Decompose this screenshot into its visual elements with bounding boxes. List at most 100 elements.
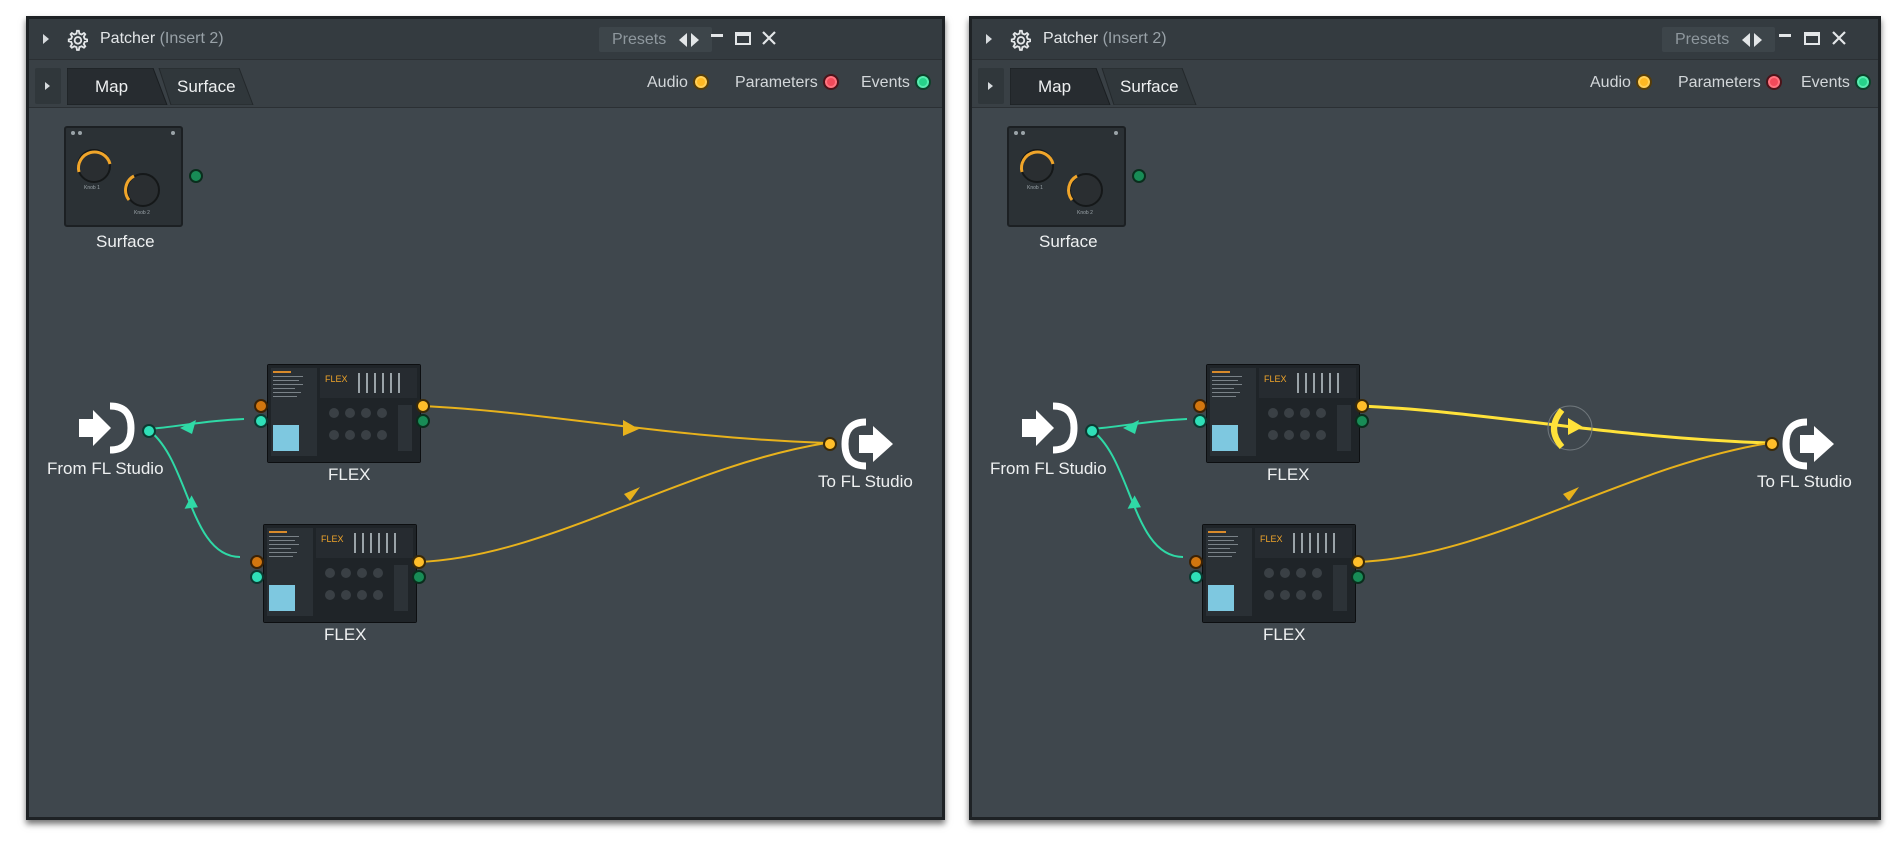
gear-icon[interactable] [66,29,88,51]
surface-label: Surface [1039,232,1098,251]
input-label: From FL Studio [990,459,1107,478]
toggle-events[interactable]: Events [1801,73,1871,92]
gear-icon[interactable] [1009,29,1031,51]
window-menu-arrow-icon[interactable] [986,34,992,44]
flex-top-audio-out-port[interactable] [416,399,430,413]
output-label: To FL Studio [1757,472,1852,491]
flex-plugin-bottom[interactable]: FLEX [1202,524,1356,623]
toggle-parameters[interactable]: Parameters [735,73,839,92]
events-indicator-icon [914,73,931,90]
wire-arrow-icon [623,420,639,436]
input-plug-icon[interactable] [79,402,135,454]
surface-node[interactable]: Knob 1 Knob 2 [1007,126,1126,227]
window-title: Patcher (Insert 2) [100,30,224,48]
input-event-port[interactable] [142,424,156,438]
chevron-left-icon[interactable] [679,33,687,47]
chevron-right-icon[interactable] [691,33,699,47]
flex-bottom-event-out-port[interactable] [412,570,426,584]
title-bar[interactable]: Patcher (Insert 2) Presets [972,19,1878,59]
audio-indicator-icon [692,73,709,90]
surface-event-port[interactable] [189,169,203,183]
toggle-audio[interactable]: Audio [1590,73,1652,92]
input-event-port[interactable] [1085,424,1099,438]
close-icon[interactable] [759,28,779,48]
svg-text:FLEX: FLEX [325,374,348,384]
maximize-icon[interactable] [1802,28,1822,48]
tab-map[interactable]: Map [1038,77,1071,97]
window-title: Patcher (Insert 2) [1043,30,1167,48]
output-plug-icon[interactable] [841,418,897,470]
wire-input-to-flex-bottom [1089,428,1184,558]
input-label: From FL Studio [47,459,164,478]
surface-node[interactable]: Knob 1 Knob 2 [64,126,183,227]
flex-plugin-bottom[interactable]: FLEX [263,524,417,623]
presets-box[interactable]: Presets [599,27,712,52]
output-audio-port[interactable] [1765,437,1779,451]
flex-bottom-audio-in-port[interactable] [250,555,264,569]
flex-top-audio-out-port[interactable] [1355,399,1369,413]
window-title-main: Patcher [1043,30,1099,47]
toggle-parameters-label: Parameters [735,74,818,91]
parameters-indicator-icon [1765,73,1782,90]
flex-top-event-out-port[interactable] [1355,414,1369,428]
surface-event-port[interactable] [1132,169,1146,183]
patch-map-canvas[interactable]: Knob 1 Knob 2 Surface From FL Studio FLE… [972,107,1878,817]
svg-text:FLEX: FLEX [1260,534,1283,544]
play-arrow-icon [988,82,993,90]
wire-arrow-icon [180,420,196,434]
flex-bottom-event-out-port[interactable] [1351,570,1365,584]
flex-top-label: FLEX [328,465,371,484]
flex-bottom-label: FLEX [324,625,367,644]
presets-label: Presets [1675,31,1730,48]
flex-plugin-top[interactable]: FLEX [267,364,421,463]
title-bar[interactable]: Patcher (Insert 2) Presets [29,19,942,59]
flex-top-event-out-port[interactable] [416,414,430,428]
flex-bottom-audio-out-port[interactable] [412,555,426,569]
events-indicator-icon [1854,73,1871,90]
tab-surface[interactable]: Surface [177,77,236,97]
tab-map[interactable]: Map [95,77,128,97]
toolbar-menu-button[interactable] [978,68,1004,104]
flex-bottom-audio-in-port[interactable] [1189,555,1203,569]
surface-label: Surface [96,232,155,251]
output-label: To FL Studio [818,472,913,491]
minimize-icon[interactable] [1775,28,1795,48]
flex-top-audio-in-port[interactable] [1193,399,1207,413]
patcher-window-highlighted: Patcher (Insert 2) Presets Map Surface A… [969,16,1881,820]
flex-bottom-audio-out-port[interactable] [1351,555,1365,569]
output-plug-icon[interactable] [1782,418,1838,470]
toggle-parameters-label: Parameters [1678,74,1761,91]
toggle-parameters[interactable]: Parameters [1678,73,1782,92]
toggle-audio[interactable]: Audio [647,73,709,92]
play-arrow-icon [45,82,50,90]
knob-2-label: Knob 2 [134,210,150,216]
window-menu-arrow-icon[interactable] [43,34,49,44]
tab-strip: Map Surface [1010,68,1205,105]
toolbar-menu-button[interactable] [35,68,61,104]
minimize-icon[interactable] [707,28,727,48]
toggle-events[interactable]: Events [861,73,931,92]
close-icon[interactable] [1829,28,1849,48]
flex-bottom-event-in-port[interactable] [1189,570,1203,584]
chevron-left-icon[interactable] [1742,33,1750,47]
wire-arrow-icon [1123,420,1139,434]
chevron-right-icon[interactable] [1754,33,1762,47]
flex-top-audio-in-port[interactable] [254,399,268,413]
patch-map-canvas[interactable]: Knob 1 Knob 2 Surface From FL Studio FLE… [29,107,942,817]
tab-surface[interactable]: Surface [1120,77,1179,97]
flex-plugin-top[interactable]: FLEX [1206,364,1360,463]
output-audio-port[interactable] [823,437,837,451]
flex-top-event-in-port[interactable] [254,414,268,428]
toggle-audio-label: Audio [1590,74,1631,91]
input-plug-icon[interactable] [1022,402,1078,454]
window-title-sub: (Insert 2) [1102,30,1167,47]
flex-top-event-in-port[interactable] [1193,414,1207,428]
presets-label: Presets [612,31,667,48]
maximize-icon[interactable] [733,28,753,48]
flex-bottom-event-in-port[interactable] [250,570,264,584]
presets-box[interactable]: Presets [1662,27,1775,52]
flex-top-label: FLEX [1267,465,1310,484]
tab-strip: Map Surface [67,68,262,105]
knob-1-label: Knob 1 [84,185,100,191]
patcher-window: Patcher (Insert 2) Presets Map Surface A… [26,16,945,820]
